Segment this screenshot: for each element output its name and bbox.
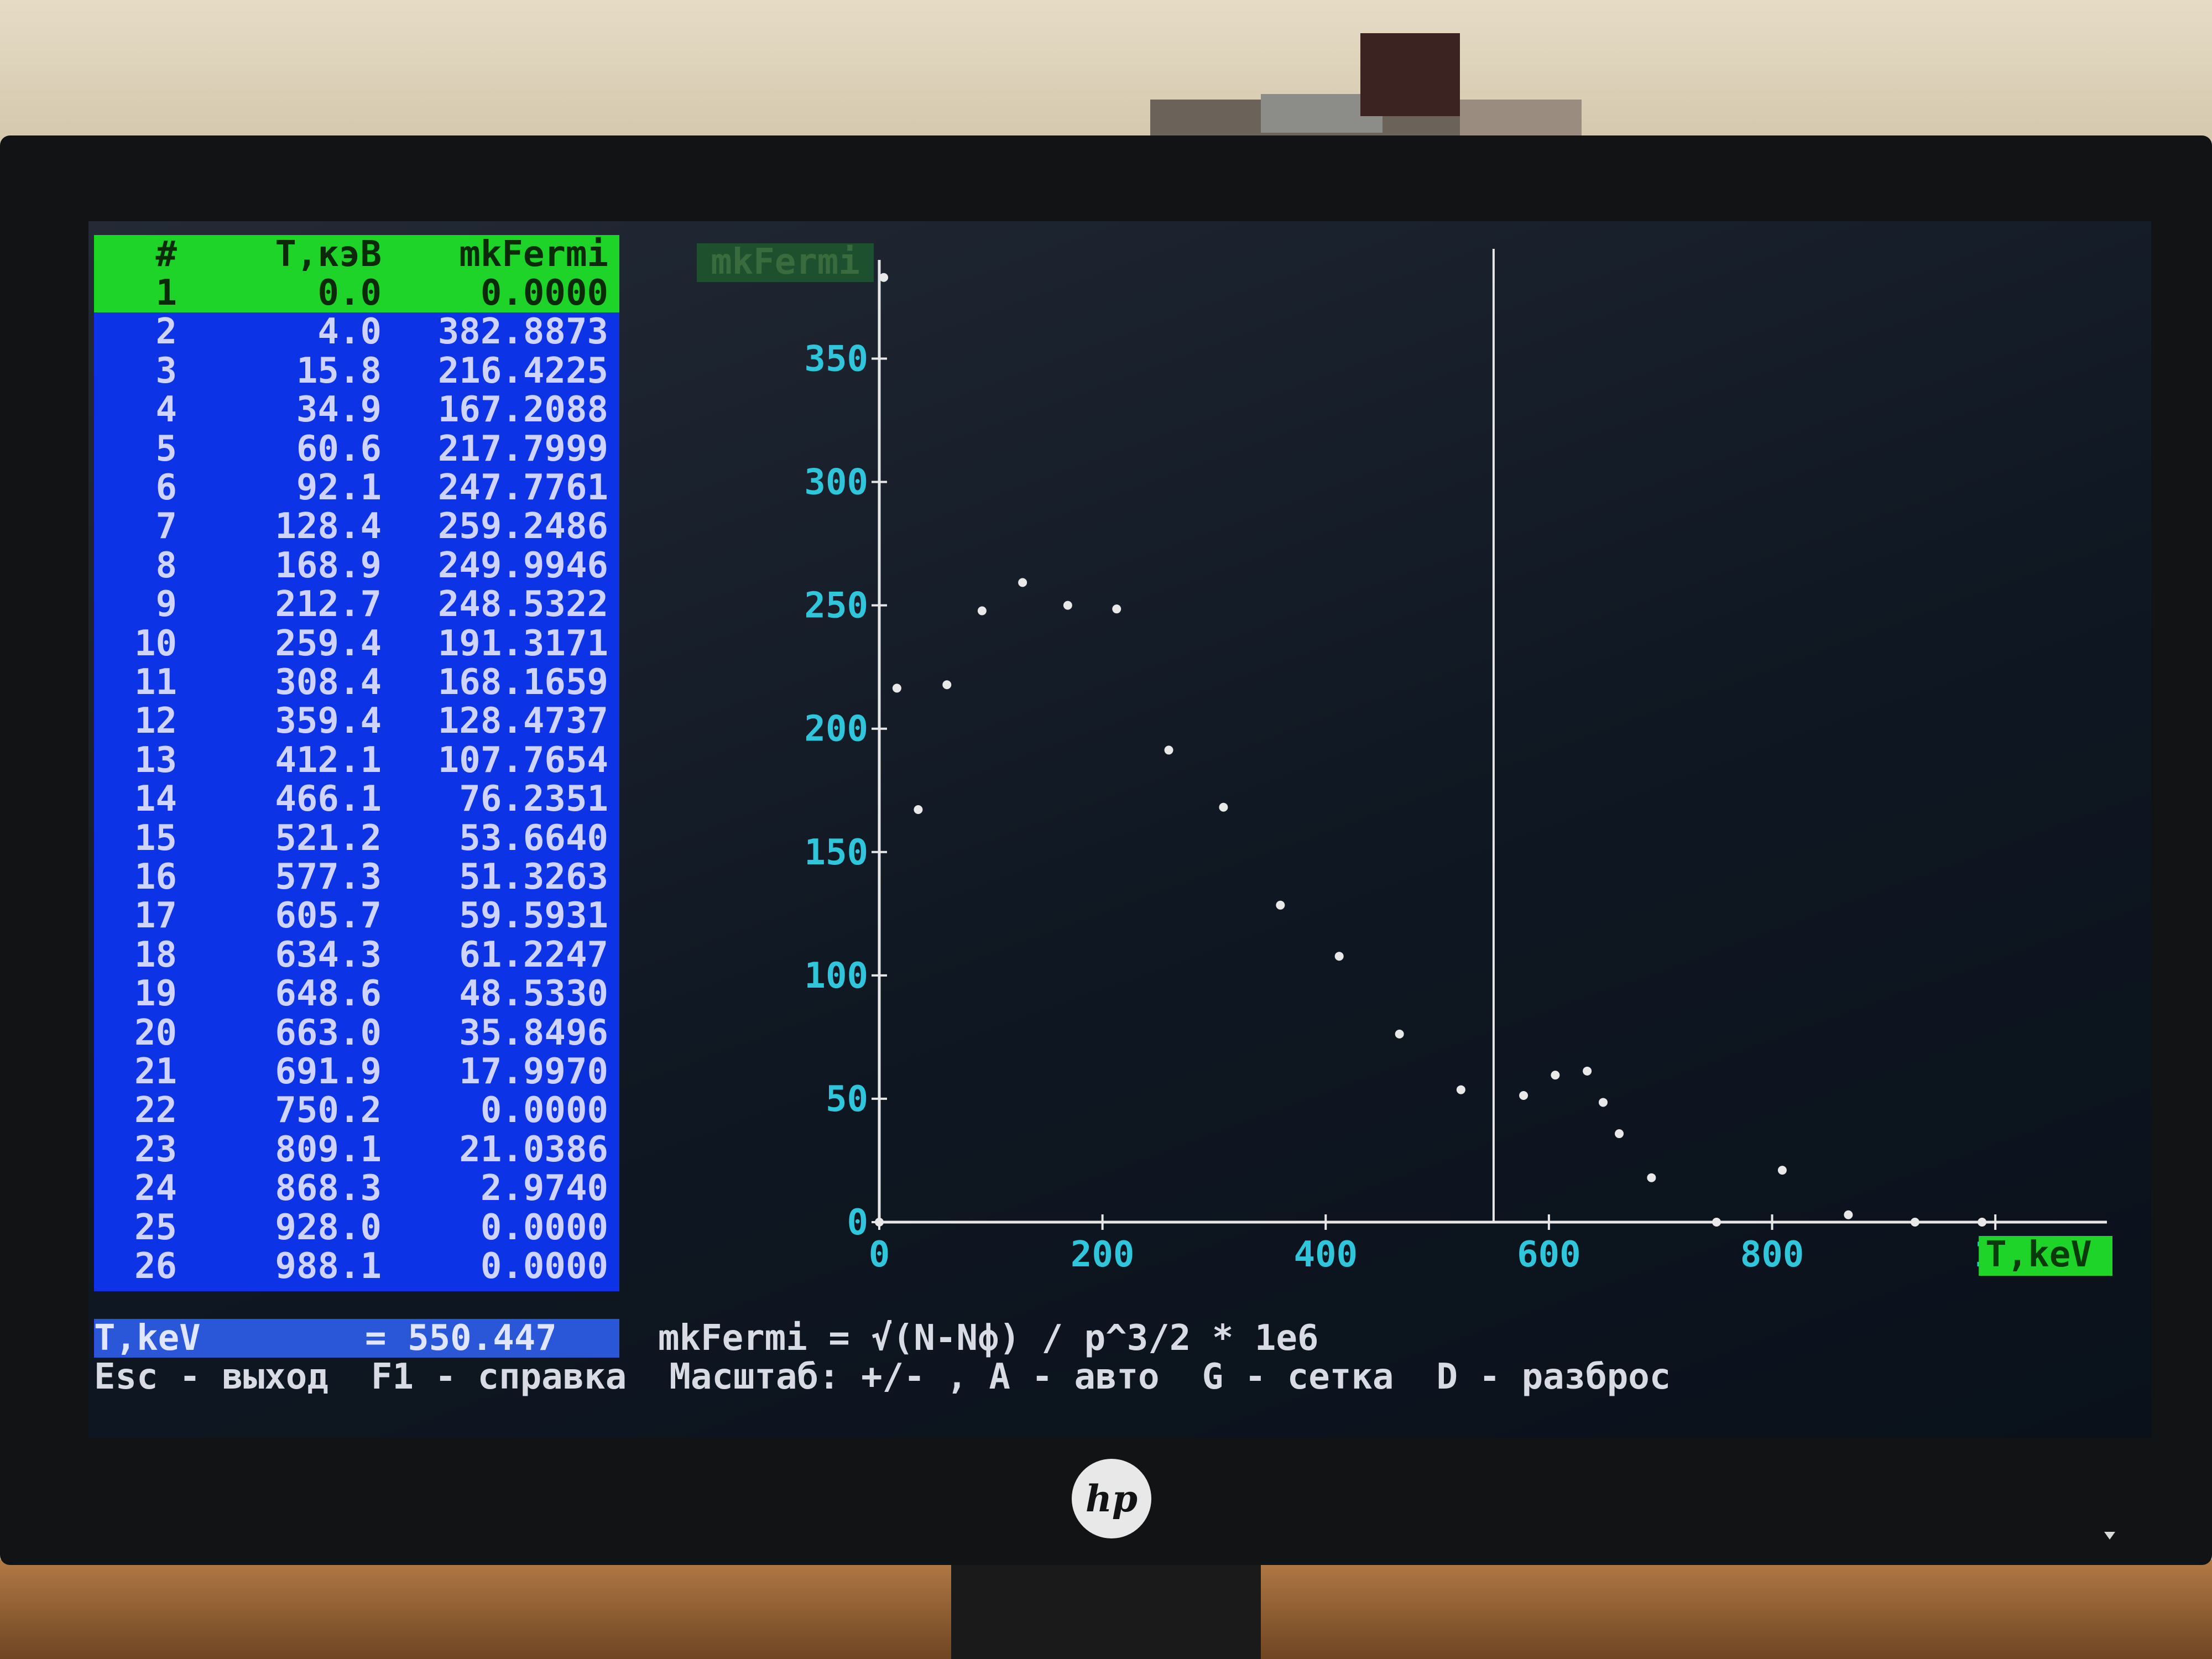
data-point (1777, 1166, 1787, 1175)
data-point (1219, 802, 1228, 812)
data-point (1551, 1071, 1560, 1080)
data-point (1334, 952, 1344, 961)
data-point (1647, 1173, 1656, 1182)
data-point (1712, 1218, 1721, 1227)
mkfermi-chart: mkFermi 0 50 100 150 200 250 300 350 0 200 400 600 80… (697, 242, 2112, 1276)
help-line: Esc - выход F1 - справка Масштаб: +/- , … (94, 1357, 1671, 1397)
formula-text: mkFermi = √(N-Nф) / p^3/2 * 1e6 (658, 1318, 1319, 1359)
x-tick-label: 0 (869, 1234, 890, 1275)
data-point (879, 273, 889, 282)
data-point (942, 680, 952, 690)
y-tick-label: 300 (804, 462, 868, 503)
y-tick-label: 0 (847, 1202, 868, 1243)
y-tick-label: 350 (804, 338, 868, 379)
data-point (1276, 900, 1285, 910)
data-point (1456, 1085, 1465, 1094)
x-tick-label: 400 (1293, 1234, 1358, 1275)
y-tick-label: 150 (804, 832, 868, 873)
data-point (914, 805, 923, 814)
status-label: T,keV (94, 1318, 201, 1359)
y-tick-label: 100 (804, 956, 868, 997)
terminal-screen: # T,кэВ mkFermi 1 0.0 0.0000 2 4.0 382.8873 3 15.… (88, 221, 2151, 1438)
data-point (1583, 1066, 1592, 1076)
data-point (977, 606, 987, 615)
x-axis-label: T,keV (1985, 1234, 2092, 1275)
x-tick-label: 800 (1740, 1234, 1804, 1275)
data-point (1519, 1091, 1528, 1100)
data-point (1164, 745, 1173, 755)
y-tick-label: 50 (826, 1079, 868, 1120)
data-point (892, 684, 901, 693)
data-point (875, 1218, 884, 1227)
data-point (1844, 1210, 1853, 1219)
y-tick-label: 250 (804, 586, 868, 627)
data-point (1615, 1129, 1624, 1139)
data-point (1063, 601, 1072, 610)
data-point (1112, 604, 1121, 614)
x-tick-label: 200 (1071, 1234, 1135, 1275)
status-box: T,keV = 550.447 (94, 1319, 619, 1358)
x-tick-label: 600 (1517, 1234, 1581, 1275)
hp-logo: hp (1072, 1459, 1151, 1538)
data-point (1018, 578, 1027, 587)
brand-text: hp (1086, 1477, 1138, 1520)
status-value: = 550.447 (365, 1318, 557, 1359)
data-point (1395, 1029, 1404, 1039)
y-axis-label: mkFermi (711, 242, 860, 283)
data-point (1910, 1218, 1919, 1227)
data-point (1598, 1098, 1608, 1107)
data-point (1978, 1218, 1987, 1227)
y-tick-label: 200 (804, 709, 868, 750)
